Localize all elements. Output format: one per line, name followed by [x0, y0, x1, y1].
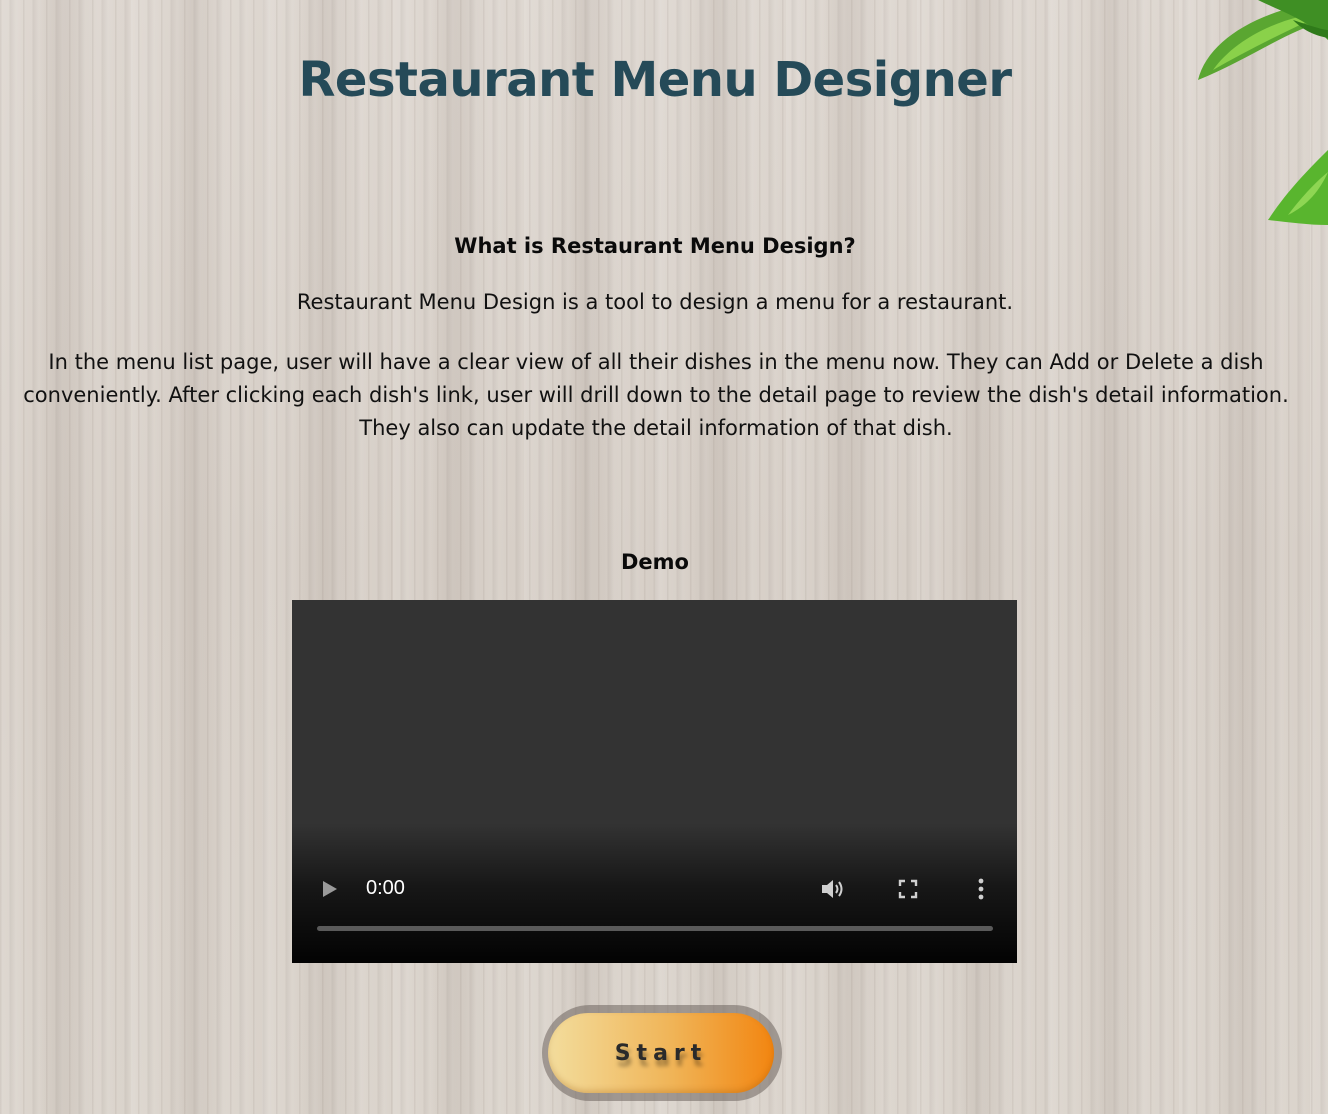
- intro-summary: Restaurant Menu Design is a tool to desi…: [296, 290, 1014, 314]
- leaf-decoration: [1198, 0, 1328, 225]
- demo-heading: Demo: [621, 550, 689, 574]
- page-title: Restaurant Menu Designer: [298, 52, 1012, 108]
- demo-video-player[interactable]: 0:00: [292, 600, 1017, 963]
- more-options-icon: [978, 878, 984, 900]
- fullscreen-icon: [898, 879, 918, 899]
- volume-icon: [822, 880, 843, 898]
- volume-button[interactable]: [814, 875, 854, 903]
- intro-heading: What is Restaurant Menu Design?: [454, 234, 856, 258]
- intro-description: In the menu list page, user will have a …: [23, 350, 1289, 440]
- video-progress-bar[interactable]: [317, 926, 993, 931]
- play-icon: [323, 881, 337, 897]
- more-options-button[interactable]: [968, 875, 994, 903]
- fullscreen-button[interactable]: [890, 875, 926, 903]
- landing-page: Restaurant Menu Designer What is Restaur…: [0, 0, 1328, 1114]
- play-button[interactable]: [312, 875, 348, 903]
- video-current-time: 0:00: [366, 877, 405, 899]
- start-button[interactable]: Start: [548, 1013, 774, 1093]
